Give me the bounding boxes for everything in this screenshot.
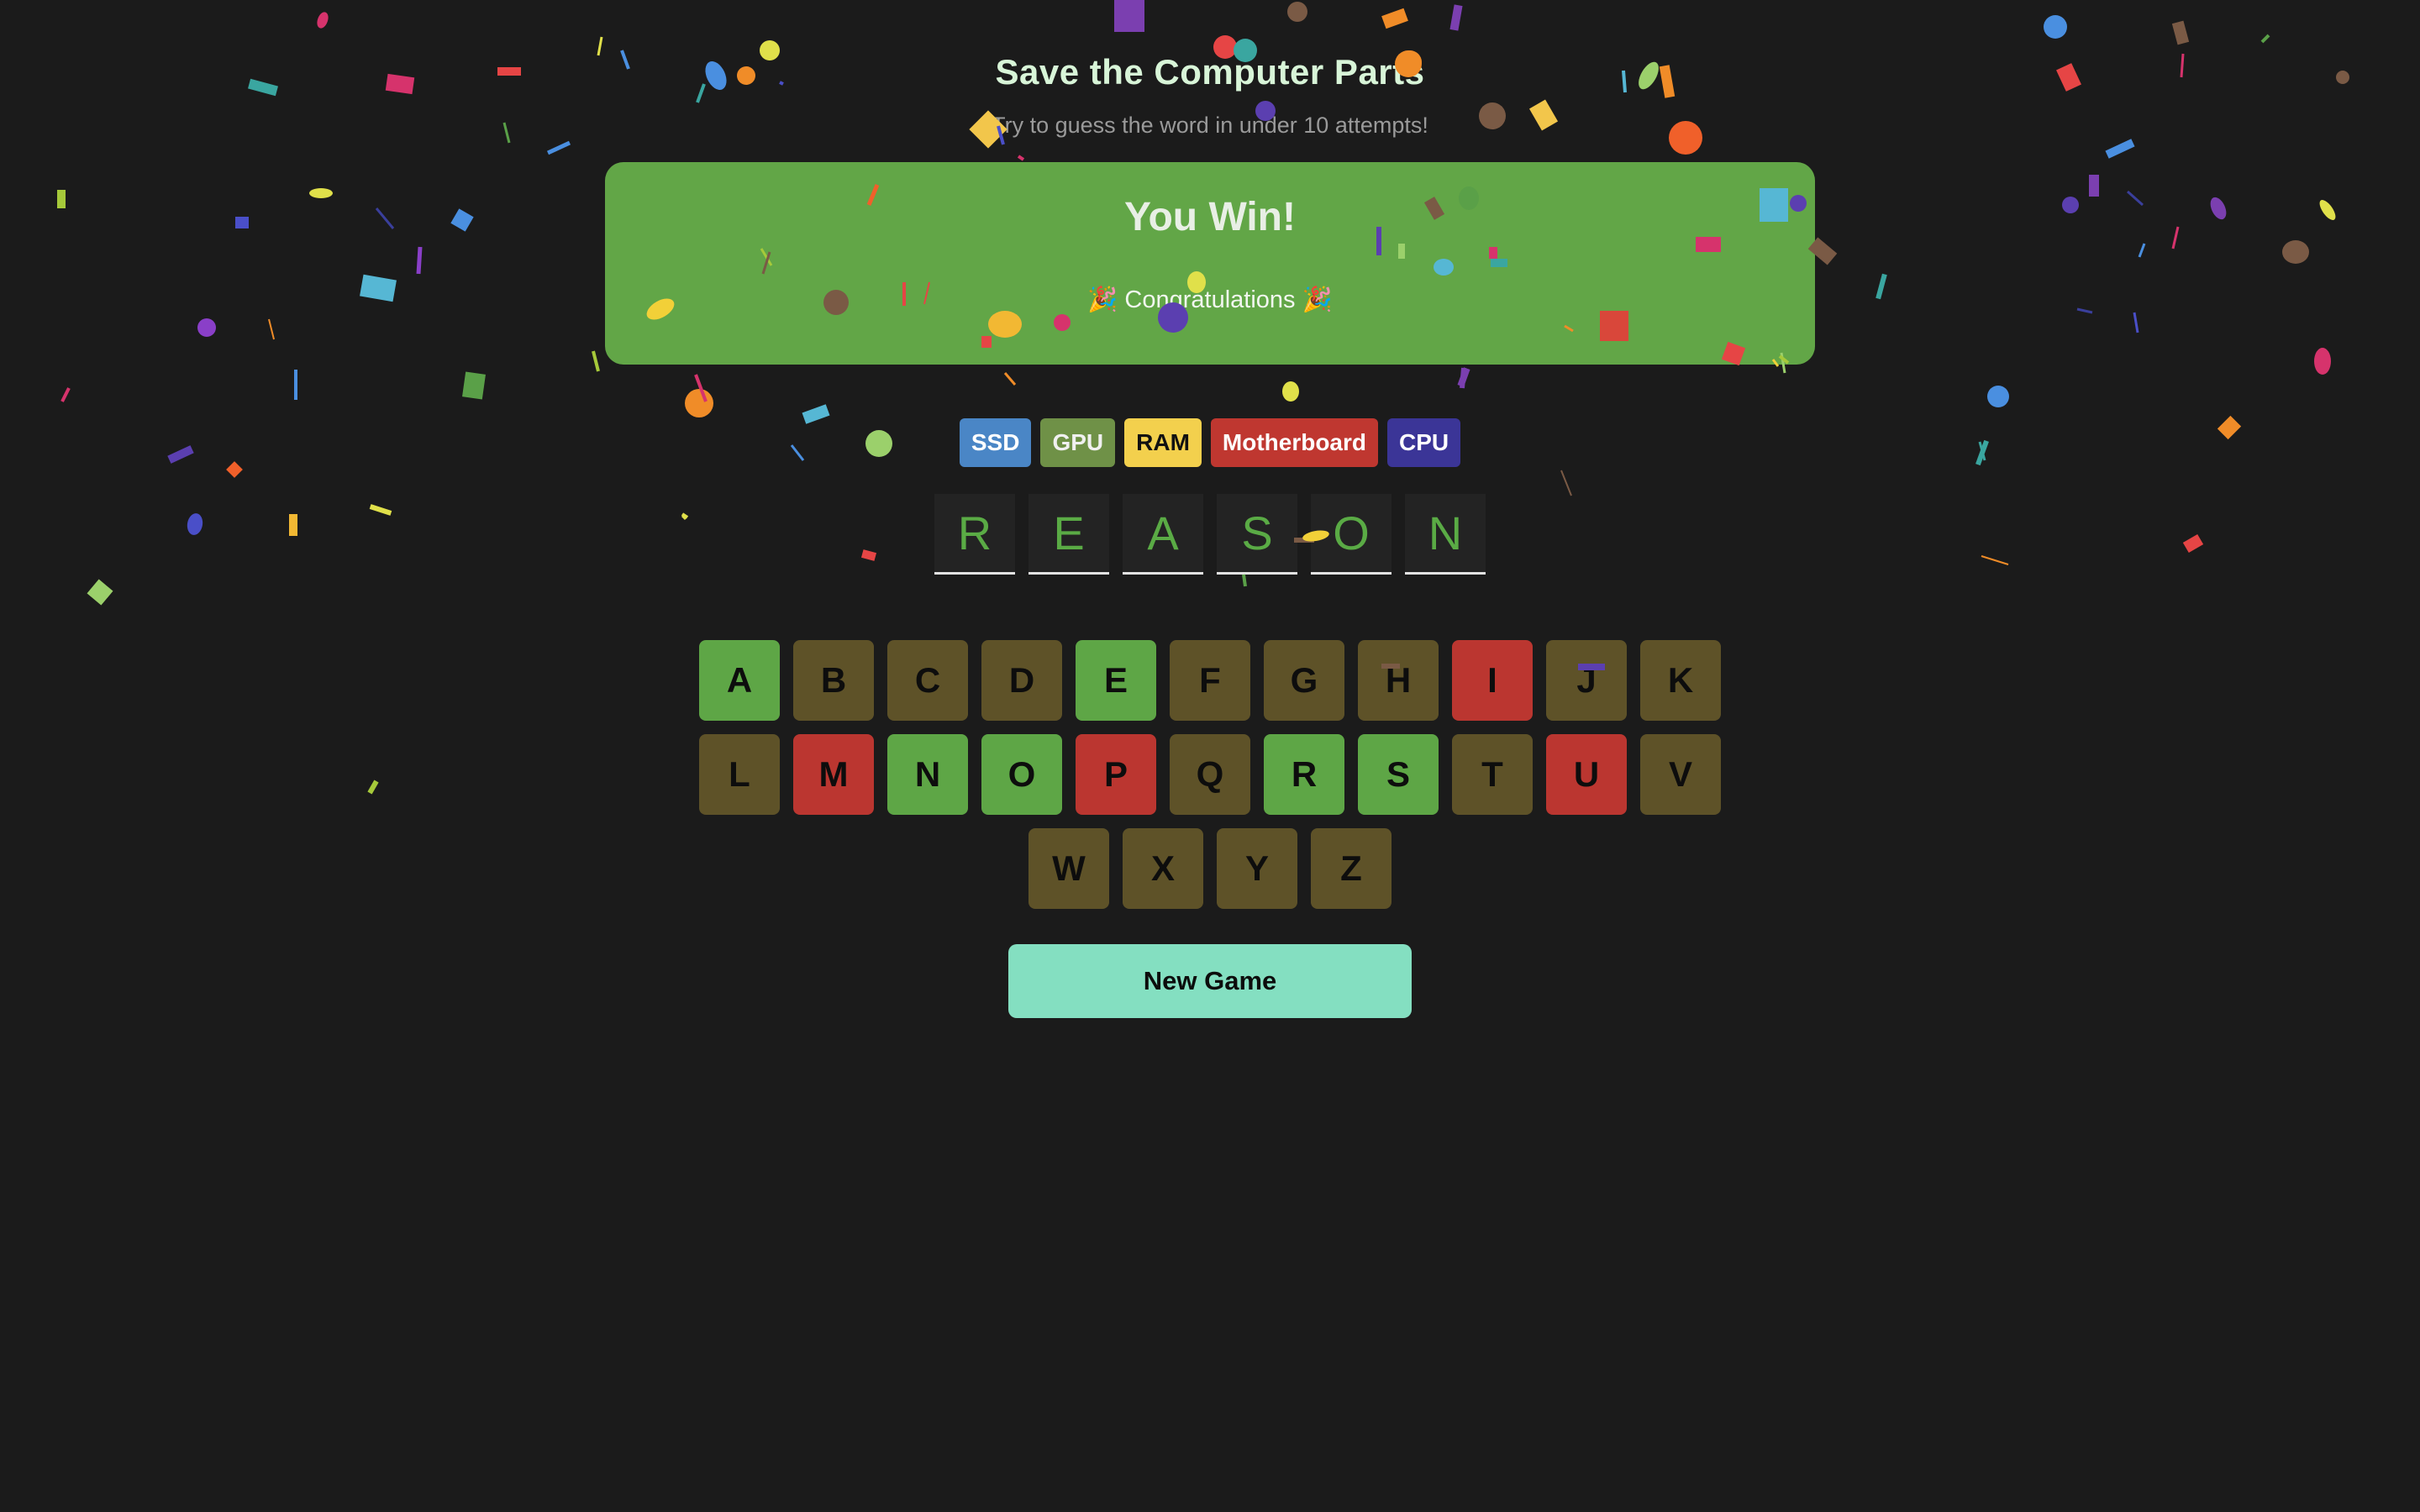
category-ssd[interactable]: SSD xyxy=(959,418,1032,467)
key-l[interactable]: L xyxy=(699,734,780,815)
key-i[interactable]: I xyxy=(1452,640,1533,721)
key-t[interactable]: T xyxy=(1452,734,1533,815)
word-letter-cell: A xyxy=(1123,494,1203,575)
key-h[interactable]: H xyxy=(1358,640,1439,721)
key-n[interactable]: N xyxy=(887,734,968,815)
key-r[interactable]: R xyxy=(1264,734,1344,815)
key-u[interactable]: U xyxy=(1546,734,1627,815)
word-letter-cell: E xyxy=(1028,494,1109,575)
category-cpu[interactable]: CPU xyxy=(1387,418,1461,467)
key-d[interactable]: D xyxy=(981,640,1062,721)
key-b[interactable]: B xyxy=(793,640,874,721)
win-title: You Win! xyxy=(1124,195,1296,239)
page-subtitle: Try to guess the word in under 10 attemp… xyxy=(992,113,1428,138)
word-letter-cell: R xyxy=(934,494,1015,575)
category-ram[interactable]: RAM xyxy=(1124,418,1202,467)
key-g[interactable]: G xyxy=(1264,640,1344,721)
key-j[interactable]: J xyxy=(1546,640,1627,721)
category-motherboard[interactable]: Motherboard xyxy=(1210,418,1378,467)
key-a[interactable]: A xyxy=(699,640,780,721)
key-k[interactable]: K xyxy=(1640,640,1721,721)
key-c[interactable]: C xyxy=(887,640,968,721)
word-display: REASON xyxy=(934,494,1486,575)
win-banner: You Win! 🎉 Congratulations 🎉 xyxy=(605,162,1815,365)
key-m[interactable]: M xyxy=(793,734,874,815)
word-letter-cell: O xyxy=(1311,494,1392,575)
key-w[interactable]: W xyxy=(1028,828,1109,909)
key-q[interactable]: Q xyxy=(1170,734,1250,815)
category-list: SSD GPU RAM Motherboard CPU xyxy=(959,418,1461,467)
win-message: 🎉 Congratulations 🎉 xyxy=(1087,286,1333,313)
key-z[interactable]: Z xyxy=(1311,828,1392,909)
key-o[interactable]: O xyxy=(981,734,1062,815)
key-y[interactable]: Y xyxy=(1217,828,1297,909)
keyboard-row: WXYZ xyxy=(1028,828,1392,909)
key-f[interactable]: F xyxy=(1170,640,1250,721)
keyboard-row: ABCDEFGHIJK xyxy=(699,640,1721,721)
key-s[interactable]: S xyxy=(1358,734,1439,815)
key-v[interactable]: V xyxy=(1640,734,1721,815)
letter-keyboard: ABCDEFGHIJK LMNOPQRSTUV WXYZ xyxy=(699,640,1721,909)
category-gpu[interactable]: GPU xyxy=(1040,418,1116,467)
page-title: Save the Computer Parts xyxy=(995,52,1425,92)
word-letter-cell: N xyxy=(1405,494,1486,575)
word-letter-cell: S xyxy=(1217,494,1297,575)
new-game-button[interactable]: New Game xyxy=(1008,944,1412,1018)
key-x[interactable]: X xyxy=(1123,828,1203,909)
key-p[interactable]: P xyxy=(1076,734,1156,815)
game-app: Save the Computer Parts Try to guess the… xyxy=(0,0,2420,1018)
key-e[interactable]: E xyxy=(1076,640,1156,721)
keyboard-row: LMNOPQRSTUV xyxy=(699,734,1721,815)
